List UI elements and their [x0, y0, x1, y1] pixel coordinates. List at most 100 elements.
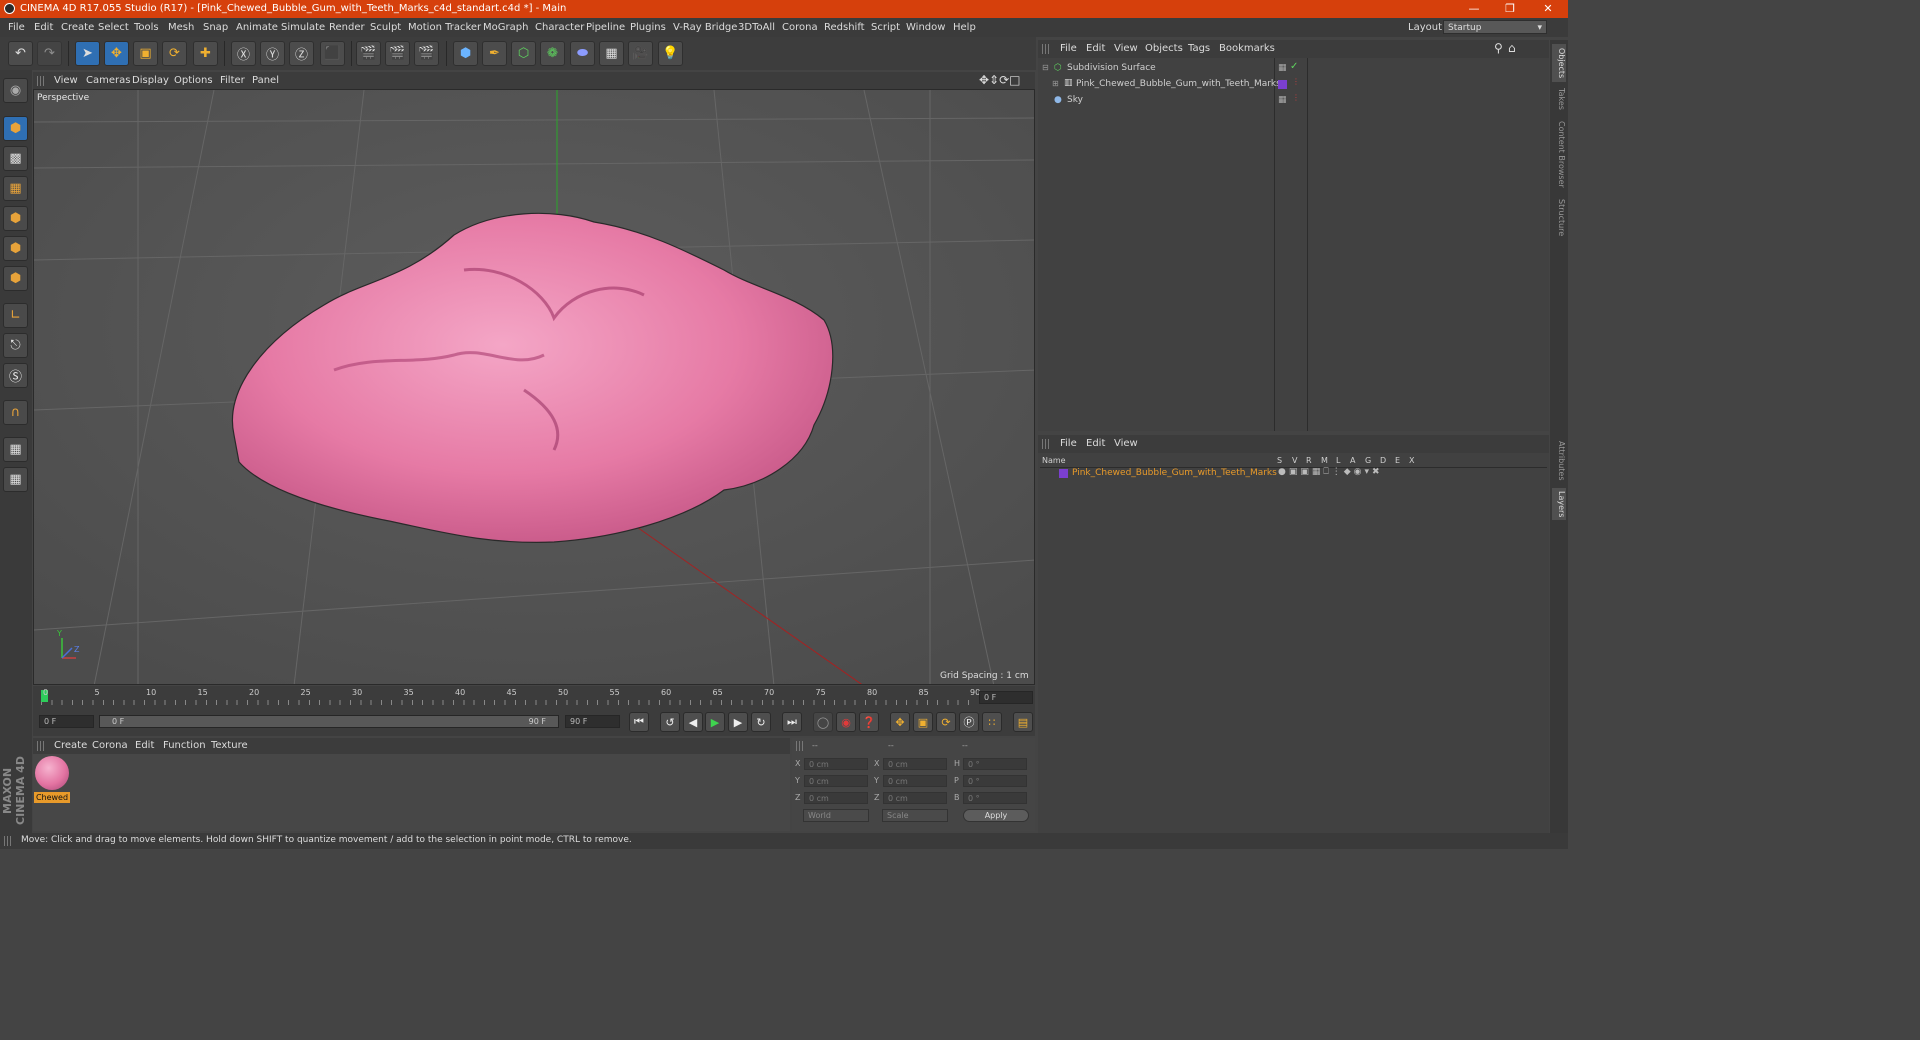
redo-button[interactable]: ↷ — [37, 41, 62, 66]
layer-tag-icon[interactable]: ▦ — [1278, 95, 1287, 105]
position-y-field[interactable]: 0 cm — [804, 775, 868, 787]
frame-range-slider[interactable]: 0 F 90 F — [99, 715, 559, 728]
timeline-window-button[interactable]: ▤ — [1013, 712, 1033, 732]
material-menu-edit[interactable]: Edit — [135, 740, 154, 751]
scale-tool-button[interactable]: ▣ — [133, 41, 158, 66]
layer-color-swatch[interactable] — [1278, 80, 1287, 89]
key-scale-button[interactable]: ▣ — [913, 712, 933, 732]
size-x-field[interactable]: 0 cm — [883, 758, 947, 770]
layer-col-manager[interactable]: M — [1321, 456, 1328, 465]
menu-script[interactable]: Script — [871, 22, 900, 33]
menu-select[interactable]: Select — [98, 22, 129, 33]
layer-menu-edit[interactable]: Edit — [1086, 438, 1105, 449]
workplane-align-button[interactable]: ▦ — [3, 467, 28, 492]
tree-collapse-icon[interactable]: ⊟ — [1042, 63, 1049, 72]
minimize-button[interactable]: — — [1456, 0, 1492, 18]
material-menu-function[interactable]: Function — [163, 740, 206, 751]
lock-workplane-button[interactable]: ▦ — [3, 437, 28, 462]
object-menu-file[interactable]: File — [1060, 43, 1077, 54]
menu-plugins[interactable]: Plugins — [630, 22, 666, 33]
position-x-field[interactable]: 0 cm — [804, 758, 868, 770]
go-to-end-button[interactable]: ⏭ — [782, 712, 802, 732]
move-tool-button[interactable]: ✥ — [104, 41, 129, 66]
viewport-menu-filter[interactable]: Filter — [220, 75, 245, 86]
add-subdivision-button[interactable]: ⬡ — [511, 41, 536, 66]
y-axis-lock-button[interactable]: Ⓨ — [260, 41, 285, 66]
object-manager-search-icon[interactable]: ⚲ — [1494, 41, 1503, 55]
play-button[interactable]: ▶ — [705, 712, 725, 732]
add-camera-button[interactable]: 🎥 — [628, 41, 653, 66]
workplane-mode-button[interactable]: ▦ — [3, 176, 28, 201]
previous-key-button[interactable]: ↺ — [660, 712, 680, 732]
object-menu-edit[interactable]: Edit — [1086, 43, 1105, 54]
add-light-button[interactable]: 💡 — [658, 41, 683, 66]
texture-mode-button[interactable]: ▩ — [3, 146, 28, 171]
menu-create[interactable]: Create — [61, 22, 94, 33]
layer-menu-file[interactable]: File — [1060, 438, 1077, 449]
menu-3dtoall[interactable]: 3DToAll — [738, 22, 775, 33]
coordinate-mode-select[interactable]: World — [803, 809, 869, 822]
material-menu-texture[interactable]: Texture — [211, 740, 248, 751]
live-selection-button[interactable]: ➤ — [75, 41, 100, 66]
add-deformer-button[interactable]: ⬬ — [570, 41, 595, 66]
object-menu-view[interactable]: View — [1114, 43, 1138, 54]
layer-menu-view[interactable]: View — [1114, 438, 1138, 449]
material-menu-create[interactable]: Create — [54, 740, 87, 751]
magnet-tool-button[interactable]: ∩ — [3, 400, 28, 425]
previous-frame-button[interactable]: ◀ — [683, 712, 703, 732]
tab-attributes[interactable]: Attributes — [1552, 438, 1566, 484]
menu-sculpt[interactable]: Sculpt — [370, 22, 401, 33]
rotation-p-field[interactable]: 0 ° — [963, 775, 1027, 787]
tab-layers[interactable]: Layers — [1552, 488, 1566, 520]
autokeying-button[interactable]: ❓ — [859, 712, 879, 732]
edges-mode-button[interactable]: ⬢ — [3, 236, 28, 261]
key-parameter-button[interactable]: Ⓟ — [959, 712, 979, 732]
tree-expand-icon[interactable]: ⊞ — [1052, 79, 1059, 88]
layer-col-solo[interactable]: S — [1277, 456, 1282, 465]
layout-select[interactable]: Startup ▾ — [1443, 20, 1547, 34]
render-picture-viewer-button[interactable]: 🎬 — [385, 41, 410, 66]
size-y-field[interactable]: 0 cm — [883, 775, 947, 787]
model-mode-button[interactable]: ⬢ — [3, 116, 28, 141]
viewport-menu-view[interactable]: View — [54, 75, 78, 86]
add-floor-button[interactable]: ▦ — [599, 41, 624, 66]
object-row-subdivision-surface[interactable]: ⊟ ⬡ Subdivision Surface ▦ ✓ — [1040, 61, 1547, 77]
layer-tag-icon[interactable]: ▦ — [1278, 63, 1287, 73]
menu-render[interactable]: Render — [329, 22, 365, 33]
layer-toggle-icons[interactable]: ●▣▣▦⎕⋮◆◉▾✖ — [1278, 467, 1383, 477]
menu-file[interactable]: File — [8, 22, 25, 33]
tab-objects[interactable]: Objects — [1552, 44, 1566, 82]
layer-col-locked[interactable]: L — [1336, 456, 1340, 465]
points-mode-button[interactable]: ⬢ — [3, 206, 28, 231]
render-settings-button[interactable]: 🎬 — [414, 41, 439, 66]
rotation-b-field[interactable]: 0 ° — [963, 792, 1027, 804]
end-frame-field[interactable]: 90 F — [565, 715, 620, 728]
object-menu-bookmarks[interactable]: Bookmarks — [1219, 43, 1275, 54]
recent-tools-button[interactable]: ✚ — [193, 41, 218, 66]
menu-help[interactable]: Help — [953, 22, 976, 33]
rotation-h-field[interactable]: 0 ° — [963, 758, 1027, 770]
start-frame-field[interactable]: 0 F — [39, 715, 94, 728]
add-mograph-button[interactable]: ❁ — [540, 41, 565, 66]
menu-animate[interactable]: Animate — [236, 22, 278, 33]
go-to-start-button[interactable]: ⏮ — [629, 712, 649, 732]
size-mode-select[interactable]: Scale — [882, 809, 948, 822]
object-row-sky[interactable]: ● Sky ▦ ⋮ — [1040, 93, 1547, 109]
record-active-objects-button[interactable]: ◉ — [836, 712, 856, 732]
visibility-dots-icon[interactable]: ⋮ — [1292, 93, 1300, 102]
motion-record-button[interactable]: ◯ — [813, 712, 833, 732]
3d-viewport[interactable]: Perspective Y Z Grid Spacing : 1 cm — [33, 89, 1035, 685]
material-name-chewed[interactable]: Chewed — [34, 792, 70, 803]
next-key-button[interactable]: ↻ — [751, 712, 771, 732]
add-cube-button[interactable]: ⬢ — [453, 41, 478, 66]
size-z-field[interactable]: 0 cm — [883, 792, 947, 804]
menu-character[interactable]: Character — [535, 22, 584, 33]
make-editable-button[interactable]: ◉ — [3, 78, 28, 103]
polygons-mode-button[interactable]: ⬢ — [3, 266, 28, 291]
viewport-menu-cameras[interactable]: Cameras — [86, 75, 130, 86]
snapping-button[interactable]: Ⓢ — [3, 363, 28, 388]
layer-row[interactable]: Pink_Chewed_Bubble_Gum_with_Teeth_Marks … — [1040, 467, 1547, 480]
restore-button[interactable]: ❐ — [1492, 0, 1528, 18]
object-menu-objects[interactable]: Objects — [1145, 43, 1183, 54]
menu-window[interactable]: Window — [906, 22, 945, 33]
